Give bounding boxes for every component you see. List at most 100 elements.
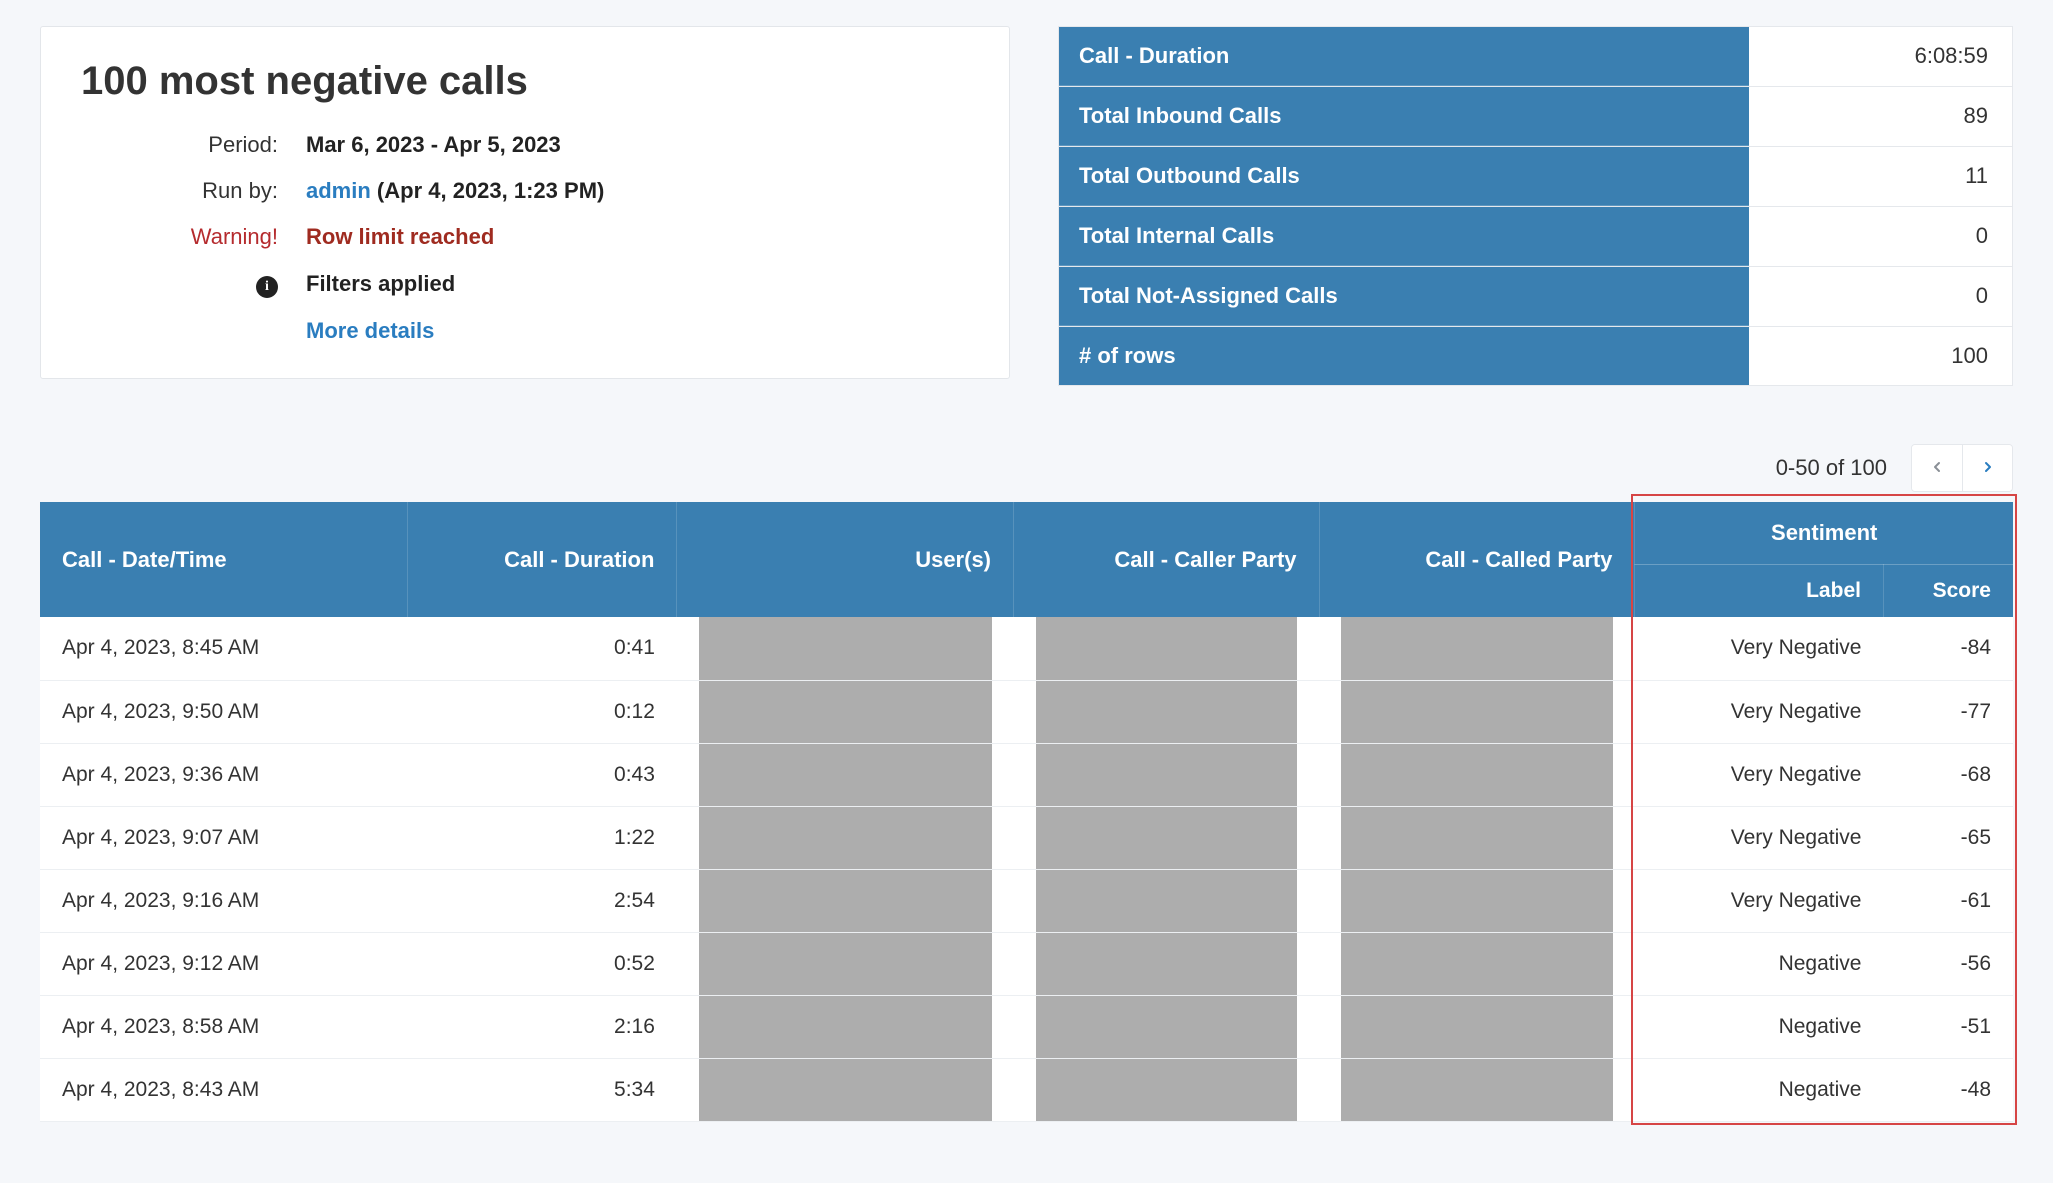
- table-row[interactable]: Apr 4, 2023, 9:50 AM0:12Very Negative-77: [40, 680, 2013, 743]
- redacted-block: [699, 933, 992, 995]
- filters-icon-cell: i: [81, 270, 306, 298]
- cell-datetime: Apr 4, 2023, 9:07 AM: [40, 806, 408, 869]
- redacted-block: [1036, 681, 1298, 743]
- table-row[interactable]: Apr 4, 2023, 8:45 AM0:41 Very Negative-84: [40, 617, 2013, 680]
- col-datetime[interactable]: Call - Date/Time: [40, 502, 408, 617]
- redacted-block: [1341, 617, 1613, 680]
- table-row[interactable]: Apr 4, 2023, 9:12 AM0:52Negative-56: [40, 932, 2013, 995]
- summary-table: Call - Duration 6:08:59 Total Inbound Ca…: [1058, 26, 2013, 386]
- redacted-block: [1341, 744, 1613, 806]
- redacted-block: [1036, 807, 1298, 869]
- cell-duration: 0:41: [408, 617, 677, 680]
- redacted-block: [699, 1059, 992, 1121]
- cell-called: [1319, 743, 1635, 806]
- period-value: Mar 6, 2023 - Apr 5, 2023: [306, 132, 969, 158]
- summary-name: Total Internal Calls: [1059, 207, 1749, 266]
- cell-caller: [1014, 743, 1320, 806]
- cell-duration: 0:12: [408, 680, 677, 743]
- cell-users: [677, 743, 1014, 806]
- pagination-range: 0-50 of 100: [1776, 455, 1887, 481]
- cell-datetime: Apr 4, 2023, 8:43 AM: [40, 1058, 408, 1121]
- cell-datetime: Apr 4, 2023, 9:50 AM: [40, 680, 408, 743]
- cell-datetime: Apr 4, 2023, 9:36 AM: [40, 743, 408, 806]
- cell-users: [677, 1058, 1014, 1121]
- col-caller[interactable]: Call - Caller Party: [1014, 502, 1320, 617]
- redacted-block: [699, 807, 992, 869]
- pagination-next-button[interactable]: [1962, 445, 2012, 491]
- cell-sent-label: Very Negative: [1635, 617, 1884, 680]
- cell-caller: [1014, 617, 1320, 680]
- redacted-block: [699, 744, 992, 806]
- cell-called: [1319, 806, 1635, 869]
- cell-sent-score: -65: [1883, 806, 2013, 869]
- runby-label: Run by:: [81, 178, 306, 204]
- redacted-block: [1341, 1059, 1613, 1121]
- cell-duration: 0:52: [408, 932, 677, 995]
- pagination-prev-button[interactable]: [1912, 445, 1962, 491]
- runby-time: (Apr 4, 2023, 1:23 PM): [377, 178, 604, 203]
- cell-duration: 0:43: [408, 743, 677, 806]
- table-row[interactable]: Apr 4, 2023, 9:16 AM2:54Very Negative-61: [40, 869, 2013, 932]
- summary-name: Total Inbound Calls: [1059, 87, 1749, 146]
- redacted-block: [699, 870, 992, 932]
- cell-caller: [1014, 806, 1320, 869]
- cell-sent-score: -68: [1883, 743, 2013, 806]
- table-row[interactable]: Apr 4, 2023, 9:07 AM1:22 Very Negative-65: [40, 806, 2013, 869]
- report-info-card: 100 most negative calls Period: Mar 6, 2…: [40, 26, 1010, 379]
- summary-name: # of rows: [1059, 327, 1749, 385]
- summary-row: Total Outbound Calls 11: [1059, 147, 2012, 207]
- table-row[interactable]: Apr 4, 2023, 9:36 AM0:43Very Negative-68: [40, 743, 2013, 806]
- cell-datetime: Apr 4, 2023, 8:45 AM: [40, 617, 408, 680]
- warning-text: Row limit reached: [306, 224, 969, 250]
- redacted-block: [1036, 617, 1298, 680]
- cell-sent-label: Negative: [1635, 995, 1884, 1058]
- col-sentiment[interactable]: Sentiment: [1635, 502, 2013, 565]
- cell-users: [677, 680, 1014, 743]
- calls-table: Call - Date/Time Call - Duration User(s)…: [40, 502, 2013, 1122]
- col-score[interactable]: Score: [1883, 565, 2013, 618]
- cell-caller: [1014, 680, 1320, 743]
- cell-called: [1319, 995, 1635, 1058]
- redacted-block: [1341, 933, 1613, 995]
- more-details-link[interactable]: More details: [306, 318, 969, 344]
- redacted-block: [1036, 870, 1298, 932]
- cell-sent-score: -56: [1883, 932, 2013, 995]
- summary-value: 0: [1749, 267, 2012, 326]
- summary-row: Call - Duration 6:08:59: [1059, 27, 2012, 87]
- chevron-right-icon: [1980, 459, 1996, 478]
- cell-caller: [1014, 995, 1320, 1058]
- table-row[interactable]: Apr 4, 2023, 8:43 AM5:34Negative-48: [40, 1058, 2013, 1121]
- cell-sent-score: -48: [1883, 1058, 2013, 1121]
- cell-datetime: Apr 4, 2023, 9:16 AM: [40, 869, 408, 932]
- table-row[interactable]: Apr 4, 2023, 8:58 AM2:16Negative-51: [40, 995, 2013, 1058]
- chevron-left-icon: [1929, 459, 1945, 478]
- redacted-block: [1341, 681, 1613, 743]
- cell-called: [1319, 1058, 1635, 1121]
- summary-row: Total Not-Assigned Calls 0: [1059, 267, 2012, 327]
- redacted-block: [699, 681, 992, 743]
- cell-duration: 2:16: [408, 995, 677, 1058]
- cell-datetime: Apr 4, 2023, 9:12 AM: [40, 932, 408, 995]
- summary-value: 100: [1749, 327, 2012, 385]
- cell-called: [1319, 680, 1635, 743]
- cell-caller: [1014, 1058, 1320, 1121]
- cell-caller: [1014, 869, 1320, 932]
- runby-value: admin (Apr 4, 2023, 1:23 PM): [306, 178, 969, 204]
- cell-users: [677, 932, 1014, 995]
- col-duration[interactable]: Call - Duration: [408, 502, 677, 617]
- warning-label: Warning!: [81, 224, 306, 250]
- col-called[interactable]: Call - Called Party: [1319, 502, 1635, 617]
- cell-sent-score: -84: [1883, 617, 2013, 680]
- period-label: Period:: [81, 132, 306, 158]
- cell-called: [1319, 869, 1635, 932]
- cell-users: [677, 869, 1014, 932]
- col-users[interactable]: User(s): [677, 502, 1014, 617]
- cell-duration: 1:22: [408, 806, 677, 869]
- col-label[interactable]: Label: [1635, 565, 1884, 618]
- cell-sent-label: Very Negative: [1635, 806, 1884, 869]
- runby-user-link[interactable]: admin: [306, 178, 371, 203]
- summary-value: 11: [1749, 147, 2012, 206]
- summary-name: Call - Duration: [1059, 27, 1749, 86]
- filters-applied: Filters applied: [306, 271, 969, 297]
- summary-value: 0: [1749, 207, 2012, 266]
